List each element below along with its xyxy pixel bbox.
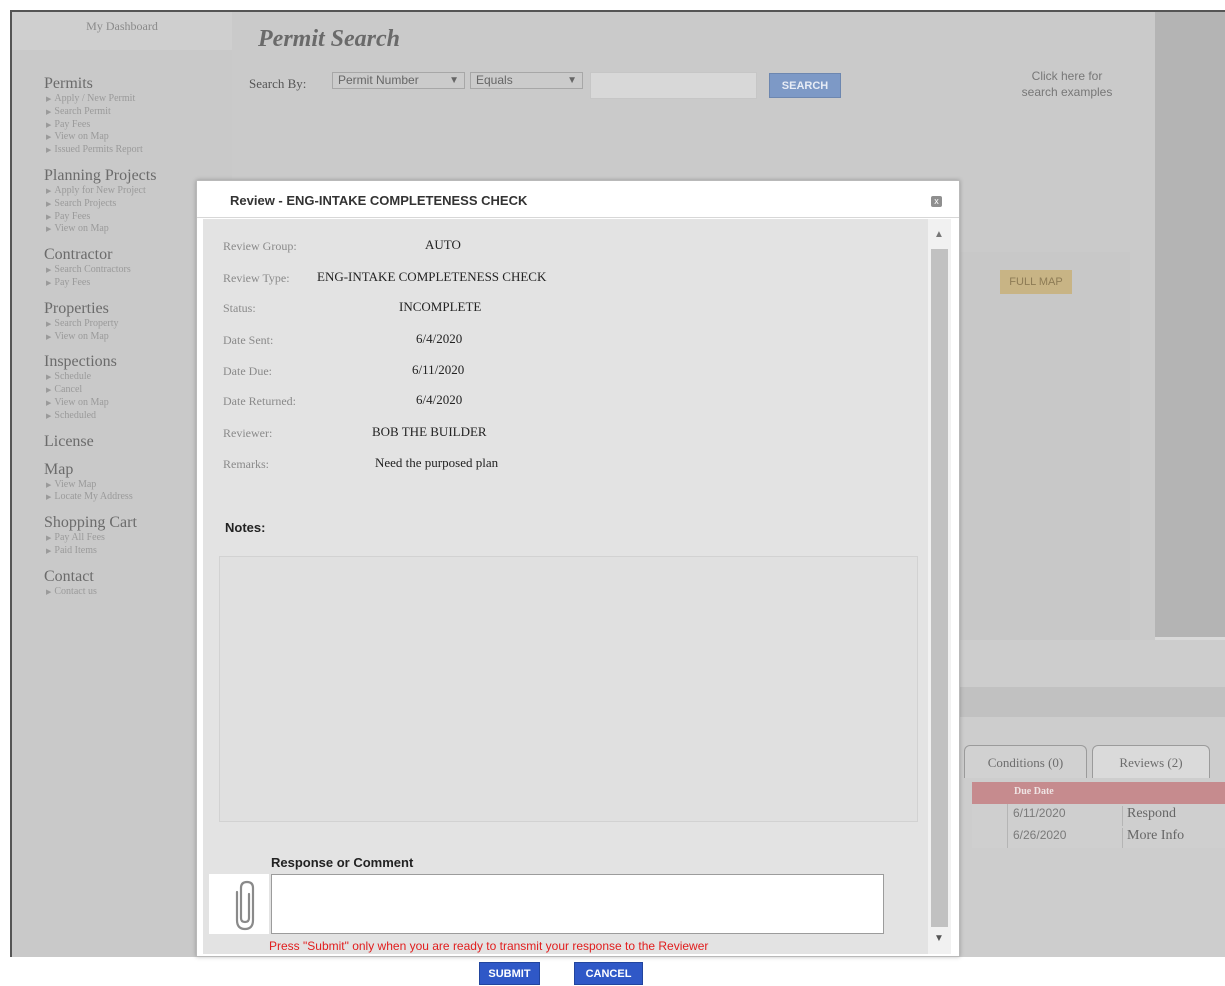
field-label: Review Type: xyxy=(223,271,290,285)
dialog-header: Review - ENG-INTAKE COMPLETENESS CHECK x xyxy=(197,181,959,218)
nav-item-search-permit[interactable]: ▶ Search Permit xyxy=(44,106,229,119)
full-map-button[interactable]: FULL MAP xyxy=(1000,270,1072,294)
tab-conditions[interactable]: Conditions (0) xyxy=(964,745,1087,778)
field-review-type: Review Type: ENG-INTAKE COMPLETENESS CHE… xyxy=(223,269,923,287)
triangle-bullet-icon: ▶ xyxy=(46,133,52,142)
field-label: Date Sent: xyxy=(223,333,274,347)
scrollbar-thumb[interactable] xyxy=(931,249,948,927)
field-value: BOB THE BUILDER xyxy=(372,424,487,439)
nav-item-issued-permits-report[interactable]: ▶ Issued Permits Report xyxy=(44,144,229,157)
notes-area xyxy=(219,556,918,822)
table-cell xyxy=(972,804,1008,826)
nav-item-apply-new-permit[interactable]: ▶ Apply / New Permit xyxy=(44,93,229,106)
dropdown-arrow-icon: ▼ xyxy=(567,75,577,86)
triangle-bullet-icon: ▶ xyxy=(46,146,52,155)
field-label: Status: xyxy=(223,301,256,315)
search-operator-select[interactable]: Equals ▼ xyxy=(470,72,583,89)
dialog-title: Review - ENG-INTAKE COMPLETENESS CHECK xyxy=(230,193,528,208)
triangle-bullet-icon: ▶ xyxy=(46,398,52,407)
nav-item-pay-fees[interactable]: ▶ Pay Fees xyxy=(44,119,229,132)
field-label: Date Returned: xyxy=(223,394,296,408)
submit-warning: Press "Submit" only when you are ready t… xyxy=(269,939,709,953)
triangle-bullet-icon: ▶ xyxy=(46,266,52,275)
triangle-bullet-icon: ▶ xyxy=(46,386,52,395)
triangle-bullet-icon: ▶ xyxy=(46,212,52,221)
field-review-group: Review Group: AUTO xyxy=(223,237,923,255)
dropdown-arrow-icon: ▼ xyxy=(449,75,459,86)
page-title: Permit Search xyxy=(258,26,400,52)
due-date-cell: 6/11/2020 xyxy=(1013,806,1066,820)
field-status: Status: INCOMPLETE xyxy=(223,299,923,317)
close-icon[interactable]: x xyxy=(931,196,942,207)
field-reviewer: Reviewer: BOB THE BUILDER xyxy=(223,424,923,442)
field-remarks: Remarks: Need the purposed plan xyxy=(223,455,923,473)
triangle-bullet-icon: ▶ xyxy=(46,546,52,555)
triangle-bullet-icon: ▶ xyxy=(46,373,52,382)
triangle-bullet-icon: ▶ xyxy=(46,480,52,489)
cancel-button[interactable]: CANCEL xyxy=(574,962,643,985)
notes-label: Notes: xyxy=(225,520,266,535)
field-value: 6/4/2020 xyxy=(416,392,463,407)
search-examples-link[interactable]: Click here for search examples xyxy=(997,68,1137,100)
attachment-button[interactable] xyxy=(209,874,269,934)
reviews-table-header: Due Date xyxy=(972,782,1225,804)
search-field-select[interactable]: Permit Number ▼ xyxy=(332,72,465,89)
lower-panel-band xyxy=(957,687,1225,717)
response-label: Response or Comment xyxy=(271,855,414,870)
dashboard-link[interactable]: My Dashboard xyxy=(12,12,232,50)
nav-section-permits: Permits ▶ Apply / New Permit ▶ Search Perm… xyxy=(44,74,229,157)
triangle-bullet-icon: ▶ xyxy=(46,186,52,195)
paperclip-icon xyxy=(235,880,255,931)
search-button[interactable]: SEARCH xyxy=(769,73,841,98)
more-info-link[interactable]: More Info xyxy=(1122,828,1184,848)
field-value: ENG-INTAKE COMPLETENESS CHECK xyxy=(317,269,547,284)
dialog-body: Review Group: AUTO Review Type: ENG-INTA… xyxy=(203,219,928,985)
field-label: Date Due: xyxy=(223,364,272,378)
field-value: 6/4/2020 xyxy=(416,331,463,346)
nav-item-view-on-map[interactable]: ▶ View on Map xyxy=(44,131,229,144)
triangle-bullet-icon: ▶ xyxy=(46,493,52,502)
scroll-up-icon[interactable]: ▲ xyxy=(934,229,944,240)
table-cell xyxy=(972,826,1008,848)
table-row: 6/26/2020 More Info xyxy=(972,826,1225,848)
search-by-label: Search By: xyxy=(249,76,307,91)
field-label: Reviewer: xyxy=(223,426,273,440)
field-date-due: Date Due: 6/11/2020 xyxy=(223,362,923,380)
field-value: 6/11/2020 xyxy=(412,362,465,377)
triangle-bullet-icon: ▶ xyxy=(46,534,52,543)
triangle-bullet-icon: ▶ xyxy=(46,225,52,234)
nav-section-title[interactable]: Permits xyxy=(44,74,229,93)
triangle-bullet-icon: ▶ xyxy=(46,332,52,341)
search-input[interactable] xyxy=(590,72,757,99)
field-label: Review Group: xyxy=(223,239,297,253)
triangle-bullet-icon: ▶ xyxy=(46,278,52,287)
triangle-bullet-icon: ▶ xyxy=(46,587,52,596)
respond-link[interactable]: Respond xyxy=(1122,806,1176,826)
scroll-down-icon[interactable]: ▼ xyxy=(934,933,944,944)
field-date-returned: Date Returned: 6/4/2020 xyxy=(223,392,923,410)
field-label: Remarks: xyxy=(223,457,269,471)
tab-reviews[interactable]: Reviews (2) xyxy=(1092,745,1210,778)
review-dialog: Review - ENG-INTAKE COMPLETENESS CHECK x… xyxy=(196,180,960,985)
field-value: INCOMPLETE xyxy=(399,299,482,314)
right-panel xyxy=(1155,12,1225,637)
triangle-bullet-icon: ▶ xyxy=(46,199,52,208)
response-textarea[interactable] xyxy=(271,874,884,934)
triangle-bullet-icon: ▶ xyxy=(46,319,52,328)
due-date-cell: 6/26/2020 xyxy=(1013,828,1067,842)
field-value: Need the purposed plan xyxy=(375,455,499,470)
field-value: AUTO xyxy=(425,237,461,252)
table-row: 6/11/2020 Respond xyxy=(972,804,1225,826)
triangle-bullet-icon: ▶ xyxy=(46,95,52,103)
triangle-bullet-icon: ▶ xyxy=(46,107,52,116)
dialog-scrollbar[interactable]: ▲ ▼ xyxy=(928,219,951,954)
triangle-bullet-icon: ▶ xyxy=(46,411,52,420)
field-date-sent: Date Sent: 6/4/2020 xyxy=(223,331,923,349)
triangle-bullet-icon: ▶ xyxy=(46,120,52,129)
column-header-due-date: Due Date xyxy=(1014,786,1054,797)
submit-button[interactable]: SUBMIT xyxy=(479,962,540,985)
